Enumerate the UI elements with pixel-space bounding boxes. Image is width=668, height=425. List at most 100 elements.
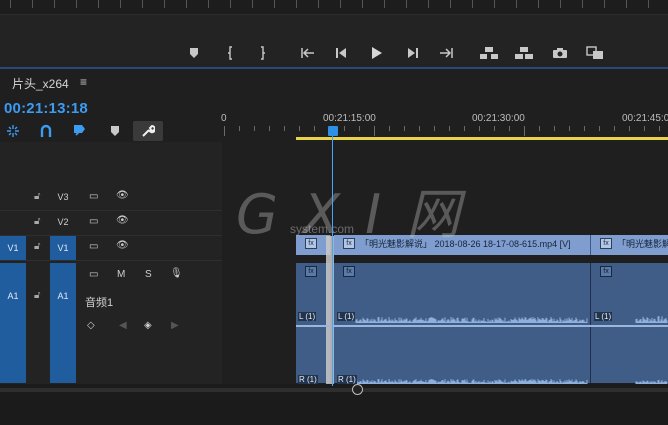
add-keyframe-icon[interactable]: ◈: [144, 320, 152, 331]
mute-button[interactable]: M: [117, 269, 125, 280]
program-monitor-ruler[interactable]: [0, 0, 668, 15]
channel-label: L (1): [337, 312, 356, 321]
step-forward-button[interactable]: [401, 43, 423, 63]
sync-lock-icon[interactable]: ▭: [89, 216, 98, 227]
track-name-v2[interactable]: V2: [50, 217, 76, 227]
time-ruler[interactable]: [222, 95, 668, 142]
ruler-label: 00:21:30:00: [472, 113, 525, 124]
ruler-tick: [494, 0, 495, 8]
video-clip[interactable]: fx 「明光魅影解: [591, 235, 668, 255]
ruler-tick: [464, 126, 465, 131]
ruler-tick: [648, 0, 649, 8]
ruler-tick: [252, 0, 253, 8]
zoom-scroll-handle[interactable]: [352, 384, 363, 395]
playhead-line[interactable]: [332, 136, 333, 386]
snap-icon[interactable]: [4, 122, 22, 140]
watermark-subtitle: system.com: [290, 222, 355, 236]
timeline-settings-button[interactable]: [133, 121, 163, 141]
step-back-button[interactable]: [331, 43, 353, 63]
ruler-tick: [494, 126, 495, 131]
work-area-bar[interactable]: [296, 137, 668, 140]
microphone-icon[interactable]: 🎙︎: [170, 268, 183, 279]
ruler-tick: [428, 0, 429, 8]
export-frame-button[interactable]: [549, 43, 571, 63]
watermark: G X I 网: [236, 183, 465, 246]
playhead-handle[interactable]: [328, 126, 338, 136]
ruler-tick: [362, 0, 363, 8]
next-keyframe-icon[interactable]: ▶: [171, 320, 179, 331]
track-name-v3[interactable]: V3: [50, 192, 76, 202]
lock-icon[interactable]: 🔓︎: [34, 191, 40, 202]
ruler-tick: [389, 126, 390, 131]
sync-lock-icon[interactable]: ▭: [89, 191, 98, 202]
playhead-timecode[interactable]: 00:21:13:18: [4, 100, 88, 117]
clip-title: 「明光魅影解: [617, 239, 668, 249]
linked-selection-icon[interactable]: [37, 122, 55, 140]
ruler-tick: [314, 126, 315, 131]
eye-icon[interactable]: 👁︎: [116, 240, 129, 251]
lift-button[interactable]: [478, 43, 500, 63]
channel-label: R (1): [337, 375, 357, 384]
ruler-tick: [659, 126, 660, 131]
ruler-tick: [582, 0, 583, 8]
ruler-tick: [569, 126, 570, 131]
wrench-icon: [142, 124, 155, 137]
ruler-tick: [599, 126, 600, 131]
add-marker-icon[interactable]: [71, 122, 89, 140]
source-patch-a1[interactable]: A1: [0, 263, 26, 383]
track-name-v1[interactable]: V1: [50, 236, 76, 260]
sync-lock-icon[interactable]: ▭: [89, 241, 98, 252]
extract-button[interactable]: [513, 43, 535, 63]
ruler-label: 00:21:15:00: [323, 113, 376, 124]
mark-in-button[interactable]: [220, 43, 242, 63]
source-patch-v1[interactable]: V1: [0, 236, 26, 260]
go-to-in-icon: [301, 48, 314, 58]
horizontal-scrollbar[interactable]: [0, 388, 668, 392]
track-name-a1[interactable]: A1: [50, 263, 76, 383]
lock-icon[interactable]: 🔓︎: [34, 241, 40, 252]
ruler-tick: [374, 126, 375, 136]
ruler-tick: [32, 0, 33, 8]
prev-keyframe-icon[interactable]: ◀: [119, 320, 127, 331]
marker-icon: [190, 48, 198, 58]
panel-menu-icon[interactable]: ≡: [80, 75, 87, 89]
ruler-tick: [524, 126, 525, 136]
eye-icon[interactable]: 👁︎: [116, 215, 129, 226]
play-button[interactable]: [366, 43, 388, 63]
step-forward-icon: [408, 48, 418, 58]
ruler-tick: [120, 0, 121, 8]
ruler-label: 00:21:45:0: [622, 113, 668, 124]
ruler-tick: [449, 126, 450, 131]
ruler-tick: [584, 126, 585, 131]
ruler-tick: [604, 0, 605, 8]
sequence-tab[interactable]: 片头_x264: [12, 75, 69, 92]
ruler-start-label: 0: [221, 113, 227, 124]
ruler-tick: [318, 0, 319, 8]
ruler-tick: [186, 0, 187, 8]
marker-icon[interactable]: [106, 122, 124, 140]
solo-button[interactable]: S: [145, 269, 152, 280]
mark-out-button[interactable]: [251, 43, 273, 63]
ruler-tick: [230, 0, 231, 8]
comparison-view-button[interactable]: [584, 43, 606, 63]
keyframe-toggle-icon[interactable]: ◇: [87, 320, 95, 331]
ruler-tick: [560, 0, 561, 8]
ruler-tick: [434, 126, 435, 131]
ruler-tick: [419, 126, 420, 131]
ruler-tick: [344, 126, 345, 131]
go-to-in-button[interactable]: [297, 43, 319, 63]
fx-badge: fx: [600, 238, 612, 249]
lock-icon[interactable]: 🔓︎: [34, 290, 40, 301]
ruler-tick: [359, 126, 360, 131]
ruler-tick: [164, 0, 165, 8]
mark-out-icon: [261, 46, 265, 60]
add-marker-button[interactable]: [183, 43, 205, 63]
ruler-tick: [254, 126, 255, 131]
track-header-v3: 🔓︎ V3 ▭ 👁︎: [0, 186, 222, 211]
go-to-out-button[interactable]: [435, 43, 457, 63]
track-header-a1: A1 🔓︎ A1 ▭ M S 🎙︎ 音频1 ◇ ◀ ◈ ▶: [0, 263, 222, 383]
eye-icon[interactable]: 👁︎: [116, 190, 129, 201]
lock-icon[interactable]: 🔓︎: [34, 216, 40, 227]
sync-lock-icon[interactable]: ▭: [89, 269, 98, 280]
audio-track-label: 音频1: [85, 297, 114, 309]
